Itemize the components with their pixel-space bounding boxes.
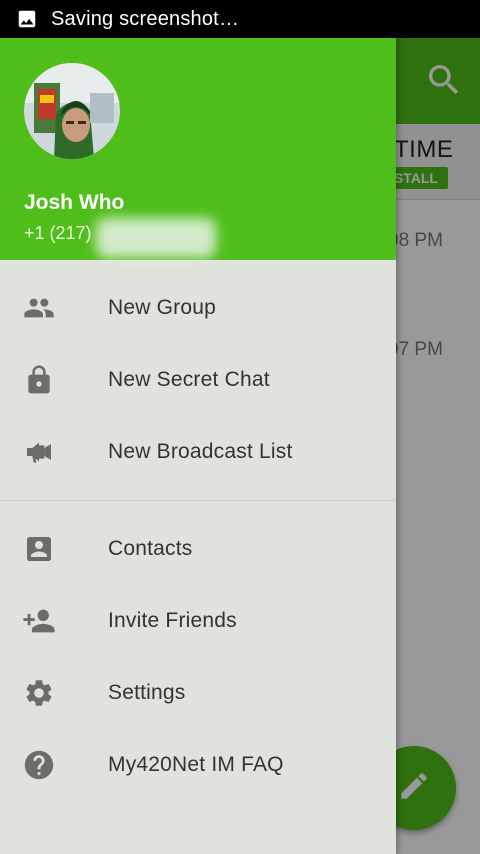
status-bar: Saving screenshot… bbox=[0, 0, 480, 38]
avatar[interactable] bbox=[24, 63, 120, 159]
add-person-icon bbox=[22, 604, 56, 638]
gear-icon bbox=[22, 676, 56, 710]
menu-item-invite-friends[interactable]: Invite Friends bbox=[0, 585, 396, 657]
drawer-header: Josh Who +1 (217) bbox=[0, 38, 396, 260]
menu-item-label: New Group bbox=[108, 296, 217, 319]
drawer-menu: New Group New Secret Chat New Broadcast … bbox=[0, 272, 396, 801]
megaphone-icon bbox=[22, 435, 56, 469]
help-icon bbox=[22, 748, 56, 782]
status-text: Saving screenshot… bbox=[51, 7, 240, 30]
redacted-phone-mask bbox=[96, 218, 216, 258]
image-icon bbox=[16, 8, 38, 30]
lock-icon bbox=[22, 363, 56, 397]
menu-item-new-broadcast-list[interactable]: New Broadcast List bbox=[0, 416, 396, 488]
menu-item-new-group[interactable]: New Group bbox=[0, 272, 396, 344]
menu-item-label: New Secret Chat bbox=[108, 368, 270, 391]
menu-item-faq[interactable]: My420Net IM FAQ bbox=[0, 729, 396, 801]
menu-item-label: Contacts bbox=[108, 537, 193, 560]
menu-item-settings[interactable]: Settings bbox=[0, 657, 396, 729]
navigation-drawer: Josh Who +1 (217) New Group New Secret C… bbox=[0, 38, 396, 854]
user-name: Josh Who bbox=[24, 191, 125, 214]
menu-item-label: Settings bbox=[108, 681, 186, 704]
menu-item-contacts[interactable]: Contacts bbox=[0, 513, 396, 585]
contact-card-icon bbox=[22, 532, 56, 566]
menu-item-label: Invite Friends bbox=[108, 609, 237, 632]
user-phone: +1 (217) bbox=[24, 223, 92, 243]
menu-item-label: New Broadcast List bbox=[108, 440, 293, 463]
menu-divider bbox=[0, 500, 396, 501]
menu-item-label: My420Net IM FAQ bbox=[108, 753, 284, 776]
group-icon bbox=[22, 291, 56, 325]
menu-item-new-secret-chat[interactable]: New Secret Chat bbox=[0, 344, 396, 416]
